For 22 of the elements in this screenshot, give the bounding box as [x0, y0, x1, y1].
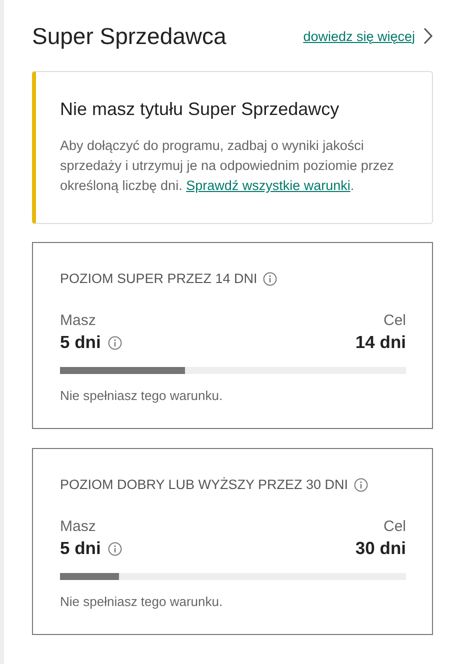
- info-icon[interactable]: [263, 272, 278, 286]
- goal-label: Cel: [383, 312, 406, 329]
- condition-status: Nie spełniasz tego warunku.: [60, 388, 224, 403]
- chevron-right-icon[interactable]: [423, 27, 433, 45]
- info-icon[interactable]: [354, 478, 368, 492]
- goal-value: 30 dni: [355, 538, 406, 559]
- notice-title: Nie masz tytułu Super Sprzedawcy: [60, 99, 340, 120]
- learn-more-link[interactable]: dowiedz się więcej: [303, 28, 415, 44]
- info-icon[interactable]: [108, 336, 122, 350]
- condition-title: POZIOM DOBRY LUB WYŻSZY PRZEZ 30 DNI: [60, 477, 348, 492]
- condition-title: POZIOM SUPER PRZEZ 14 DNI: [60, 271, 258, 286]
- notice-text: Aby dołączyć do programu, zadbaj o wyniki jakości sprzedaży i utrzymuj je na odpowiednim poziomie przez określoną liczbę dni. Sprawdź wszystkie warunki.: [60, 137, 395, 195]
- have-label: Masz: [60, 518, 97, 535]
- conditions-link[interactable]: Sprawdź wszystkie warunki: [186, 178, 350, 193]
- page-title: Super Sprzedawca: [32, 22, 226, 50]
- condition-status: Nie spełniasz tego warunku.: [60, 594, 224, 609]
- goal-label: Cel: [383, 518, 406, 535]
- have-value: 5 dni: [60, 332, 101, 353]
- have-label: Masz: [60, 312, 97, 329]
- have-value: 5 dni: [60, 538, 101, 559]
- info-icon[interactable]: [108, 542, 122, 556]
- goal-value: 14 dni: [355, 332, 406, 353]
